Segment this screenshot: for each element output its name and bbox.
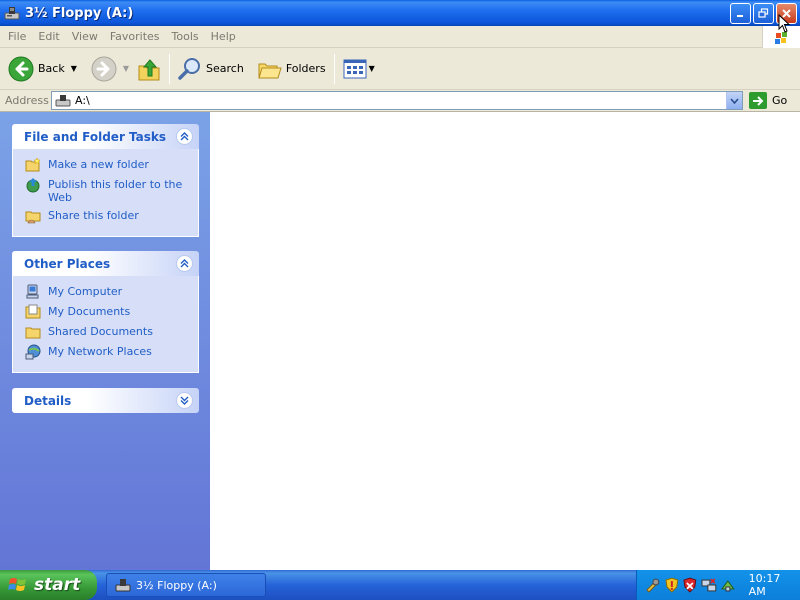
up-folder-button[interactable] [133,51,165,87]
minimize-icon [737,15,743,17]
collapse-chevron-icon[interactable] [176,255,193,272]
task-publish-web[interactable]: Publish this folder to the Web [25,177,190,204]
place-my-computer[interactable]: My Computer [25,284,190,300]
toolbar-separator [333,53,335,84]
folders-label: Folders [285,62,326,75]
floppy-drive-icon [115,579,131,592]
panel-header[interactable]: File and Folder Tasks [12,124,199,149]
search-button[interactable]: Search [174,51,248,87]
publish-web-icon [26,178,40,193]
back-label: Back [38,62,65,75]
toolbar: Back ▼ ▼ Search Folders ▼ [0,48,800,90]
expand-chevron-icon[interactable] [176,392,193,409]
task-make-new-folder[interactable]: Make a new folder [25,157,190,173]
taskbar-window-label: 3½ Floppy (A:) [136,578,217,592]
my-documents-icon [25,304,41,319]
place-shared-documents[interactable]: Shared Documents [25,324,190,340]
views-dropdown-icon[interactable]: ▼ [369,64,375,73]
network-places-icon [25,344,41,360]
restore-button[interactable] [753,3,774,24]
security-shield-icon[interactable] [664,577,680,593]
task-share-folder[interactable]: Share this folder [25,208,190,224]
network-tray-icon[interactable] [701,577,717,593]
menu-help[interactable]: Help [205,30,242,43]
back-button[interactable]: Back ▼ [4,51,81,87]
shared-documents-icon [25,327,41,339]
start-label: start [34,575,81,595]
minimize-button[interactable] [730,3,751,24]
place-my-documents[interactable]: My Documents [25,304,190,320]
go-arrow-icon [749,92,767,109]
connection-tray-icon[interactable] [720,577,736,593]
system-tray: 10:17 AM [636,570,800,600]
menu-view[interactable]: View [66,30,104,43]
share-folder-icon [25,211,41,224]
collapse-chevron-icon[interactable] [176,128,193,145]
views-button[interactable]: ▼ [339,51,379,87]
alert-shield-icon[interactable] [682,577,698,593]
menu-edit[interactable]: Edit [32,30,65,43]
go-label: Go [772,94,788,107]
new-folder-icon [25,157,41,172]
forward-dropdown-icon[interactable]: ▼ [123,64,129,73]
panel-body: My Computer My Documents Shared Document… [12,276,199,373]
address-value: A:\ [75,94,90,107]
panel-title: Details [24,393,72,408]
file-list-area[interactable] [210,112,800,570]
menu-bar: File Edit View Favorites Tools Help [0,26,800,48]
tray-tool-icon[interactable] [645,577,661,593]
chevron-down-icon [730,97,739,104]
forward-arrow-icon [91,56,117,81]
file-folder-tasks-panel: File and Folder Tasks Make a new folder … [12,124,199,237]
windows-flag-icon [8,578,26,591]
restore-icon [758,8,769,18]
views-icon [343,59,367,78]
search-label: Search [206,62,244,75]
start-button[interactable]: start [0,570,97,600]
address-label: Address [5,94,49,107]
floppy-drive-icon [55,94,71,106]
forward-button[interactable]: ▼ [87,51,133,87]
address-dropdown-button[interactable] [726,92,742,109]
panel-title: Other Places [24,256,111,271]
go-button[interactable]: Go [749,92,787,109]
panel-header[interactable]: Other Places [12,251,199,276]
folders-icon [258,63,282,78]
panel-title: File and Folder Tasks [24,129,167,144]
panel-header[interactable]: Details [12,388,199,413]
toolbar-separator [169,53,171,84]
floppy-drive-icon [4,7,20,20]
menu-file[interactable]: File [0,30,32,43]
menu-tools[interactable]: Tools [166,30,205,43]
folders-button[interactable]: Folders [254,51,330,87]
taskbar: start 3½ Floppy (A:) 10:17 AM [0,570,800,600]
taskbar-window-button[interactable]: 3½ Floppy (A:) [106,573,266,597]
task-pane: File and Folder Tasks Make a new folder … [0,112,210,570]
title-bar[interactable]: 3½ Floppy (A:) [0,0,800,26]
window-title: 3½ Floppy (A:) [25,5,134,21]
back-dropdown-icon[interactable]: ▼ [71,64,77,73]
panel-body: Make a new folder Publish this folder to… [12,149,199,237]
address-input[interactable]: A:\ [51,91,743,110]
my-computer-icon [26,284,39,299]
back-arrow-icon [8,56,34,81]
place-my-network-places[interactable]: My Network Places [25,344,190,360]
menu-favorites[interactable]: Favorites [104,30,166,43]
details-panel: Details [12,388,199,413]
clock: 10:17 AM [748,572,781,598]
up-folder-icon [138,58,160,80]
other-places-panel: Other Places My Computer My Documents Sh… [12,251,199,373]
search-icon [178,57,201,80]
mouse-pointer-icon [778,14,790,33]
address-bar: Address A:\ Go [0,90,800,112]
